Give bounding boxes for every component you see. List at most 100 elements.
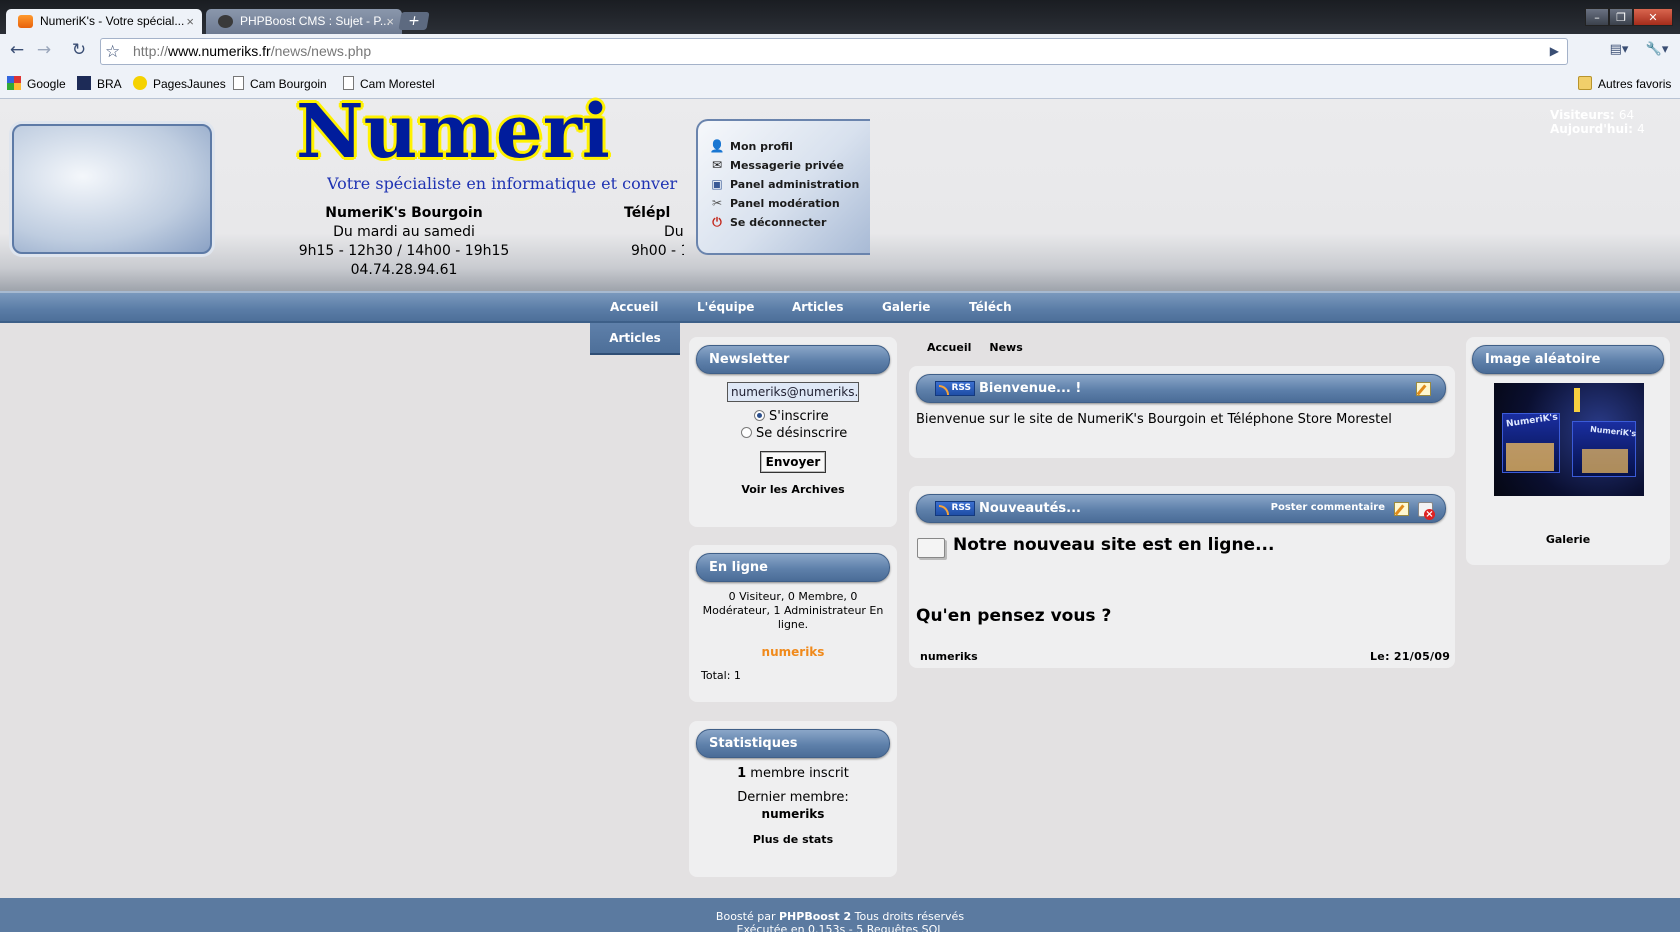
shop-name: Télépl xyxy=(624,205,671,221)
page-icon xyxy=(233,76,244,90)
menu-my-profile[interactable]: 👤 Mon profil xyxy=(710,137,870,156)
storefront-light xyxy=(1574,388,1580,412)
online-user-link[interactable]: numeriks xyxy=(689,645,897,659)
close-tab-icon[interactable]: × xyxy=(386,9,394,34)
shop-days: Du mardi au samedi xyxy=(333,224,475,240)
tools-menu-button[interactable]: 🔧▾ xyxy=(1640,40,1674,60)
tools-icon: ✂ xyxy=(711,196,723,210)
envelope-icon: ✉ xyxy=(711,158,723,172)
edit-icon[interactable] xyxy=(1416,382,1431,396)
gallery-link[interactable]: Galerie xyxy=(1466,533,1670,546)
bookmark-pagesjaunes[interactable]: PagesJaunes xyxy=(133,76,226,92)
unsubscribe-option[interactable]: Se désinscrire xyxy=(741,426,847,441)
stats-title: Statistiques xyxy=(696,729,890,758)
url-protocol: http:// xyxy=(133,43,169,59)
nav-telech[interactable]: Téléch xyxy=(969,300,1012,314)
footer-line1: Boosté par PHPBoost 2 Tous droits réserv… xyxy=(715,910,965,923)
breadcrumb-home[interactable]: Accueil xyxy=(927,341,971,354)
tab-label: NumeriK's - Votre spécial... xyxy=(40,14,185,28)
welcome-title: Bienvenue... ! xyxy=(979,381,1082,396)
shop-hours: 9h15 - 12h30 / 14h00 - 19h15 xyxy=(298,243,510,259)
more-stats-link[interactable]: Plus de stats xyxy=(689,833,897,846)
tab-numeriks[interactable]: NumeriK's - Votre spécial... × xyxy=(6,9,202,34)
shop-phone: 04.74.28.94.61 xyxy=(350,262,458,278)
rss-icon[interactable]: RSS xyxy=(935,381,975,396)
new-tab-button[interactable]: + xyxy=(398,12,430,30)
news-author[interactable]: numeriks xyxy=(920,650,978,663)
news-icon xyxy=(917,538,945,558)
nav-articles[interactable]: Articles xyxy=(792,300,844,314)
tab-phpboost[interactable]: PHPBoost CMS : Sujet - P... × xyxy=(206,9,402,34)
close-window-button[interactable]: ✕ xyxy=(1633,8,1673,26)
today-value: 4 xyxy=(1637,122,1645,136)
subscribe-option[interactable]: S'inscrire xyxy=(754,409,829,424)
shop-name: NumeriK's Bourgoin xyxy=(325,205,483,221)
bookmark-cam-bourgoin[interactable]: Cam Bourgoin xyxy=(233,76,327,92)
random-image-thumbnail[interactable]: NumeriK's NumeriK's xyxy=(1494,383,1644,496)
site-favicon-icon xyxy=(18,15,33,28)
minimize-button[interactable]: – xyxy=(1585,8,1609,26)
url-domain: www.numeriks.fr xyxy=(168,43,271,59)
back-button[interactable]: ← xyxy=(6,40,28,60)
delete-icon[interactable] xyxy=(1418,502,1435,520)
bra-icon xyxy=(77,76,91,90)
footer-line2: Exécutée en 0.153s - 5 Requêtes SQL xyxy=(736,923,944,932)
newsletter-send-button[interactable]: Envoyer xyxy=(760,451,826,473)
user-menu: 👤 Mon profil ✉ Messagerie privée ▣ Panel ad… xyxy=(696,119,870,255)
bookmark-cam-morestel[interactable]: Cam Morestel xyxy=(343,76,435,92)
address-bar[interactable]: ☆ http://www.numeriks.fr/news/news.php ▶ xyxy=(100,38,1568,65)
go-icon[interactable]: ▶ xyxy=(1550,39,1559,64)
bookmark-bra[interactable]: BRA xyxy=(77,76,122,92)
subscribe-radio[interactable] xyxy=(754,410,765,421)
other-bookmarks[interactable]: Autres favoris xyxy=(1578,76,1671,92)
newsletter-archives-link[interactable]: Voir les Archives xyxy=(689,483,897,496)
welcome-text: Bienvenue sur le site de NumeriK's Bourg… xyxy=(916,412,1392,427)
post-comment-link[interactable]: Poster commentaire xyxy=(1271,502,1385,513)
submenu-articles[interactable]: Articles xyxy=(590,323,680,353)
online-title: En ligne xyxy=(696,553,890,582)
shop-days: Du xyxy=(664,224,684,240)
pagesjaunes-icon xyxy=(133,76,147,90)
maximize-button[interactable]: ❐ xyxy=(1609,8,1633,26)
page-menu-button[interactable]: ▤▾ xyxy=(1604,40,1634,60)
reload-button[interactable]: ↻ xyxy=(68,40,90,60)
last-member-label: Dernier membre: xyxy=(737,790,849,805)
menu-moderation-panel[interactable]: ✂ Panel modération xyxy=(712,194,870,213)
welcome-header: RSS Bienvenue... ! xyxy=(916,374,1446,403)
storefront-window xyxy=(1506,443,1554,471)
site-logo-title[interactable]: Numeri xyxy=(296,96,684,168)
logout-icon: ⏻ xyxy=(712,215,722,229)
newsletter-email-input[interactable]: numeriks@numeriks.f xyxy=(727,382,859,402)
news-date: Le: 21/05/09 xyxy=(1370,650,1451,663)
forward-button[interactable]: → xyxy=(33,40,55,60)
online-total: Total: 1 xyxy=(701,669,741,682)
site-tagline: Votre spécialiste en informatique et con… xyxy=(327,174,678,193)
shop-hours: 9h00 - 1 xyxy=(631,243,684,259)
news-headline: Notre nouveau site est en ligne... xyxy=(953,535,1275,555)
news-header: RSS Nouveautés... Poster commentaire xyxy=(916,494,1446,523)
star-icon[interactable]: ☆ xyxy=(105,39,120,64)
close-tab-icon[interactable]: × xyxy=(186,9,194,34)
rss-icon[interactable]: RSS xyxy=(935,501,975,516)
bookmark-google[interactable]: Google xyxy=(7,76,66,92)
url-path: /news/news.php xyxy=(270,43,372,59)
phpboost-favicon-icon xyxy=(218,15,233,28)
phpboost-link[interactable]: PHPBoost 2 xyxy=(779,910,851,923)
menu-admin-panel[interactable]: ▣ Panel administration xyxy=(711,175,870,194)
header-logo-frame xyxy=(12,124,212,254)
edit-icon[interactable] xyxy=(1394,502,1409,516)
breadcrumb: Accueil News xyxy=(927,341,1023,354)
menu-logout[interactable]: ⏻ Se déconnecter xyxy=(712,213,870,232)
admin-icon: ▣ xyxy=(711,177,723,191)
nav-galerie[interactable]: Galerie xyxy=(882,300,930,314)
news-question: Qu'en pensez vous ? xyxy=(916,606,1112,626)
nav-submenu: Articles xyxy=(590,323,680,355)
visitor-counter: Visiteurs: 64 Aujourd'hui: 4 xyxy=(1550,108,1645,136)
storefront-window xyxy=(1582,449,1628,473)
breadcrumb-news[interactable]: News xyxy=(989,341,1022,354)
nav-equipe[interactable]: L'équipe xyxy=(697,300,754,314)
unsubscribe-radio[interactable] xyxy=(741,427,752,438)
last-member-link[interactable]: numeriks xyxy=(689,807,897,821)
nav-accueil[interactable]: Accueil xyxy=(610,300,658,314)
menu-private-messages[interactable]: ✉ Messagerie privée xyxy=(712,156,870,175)
